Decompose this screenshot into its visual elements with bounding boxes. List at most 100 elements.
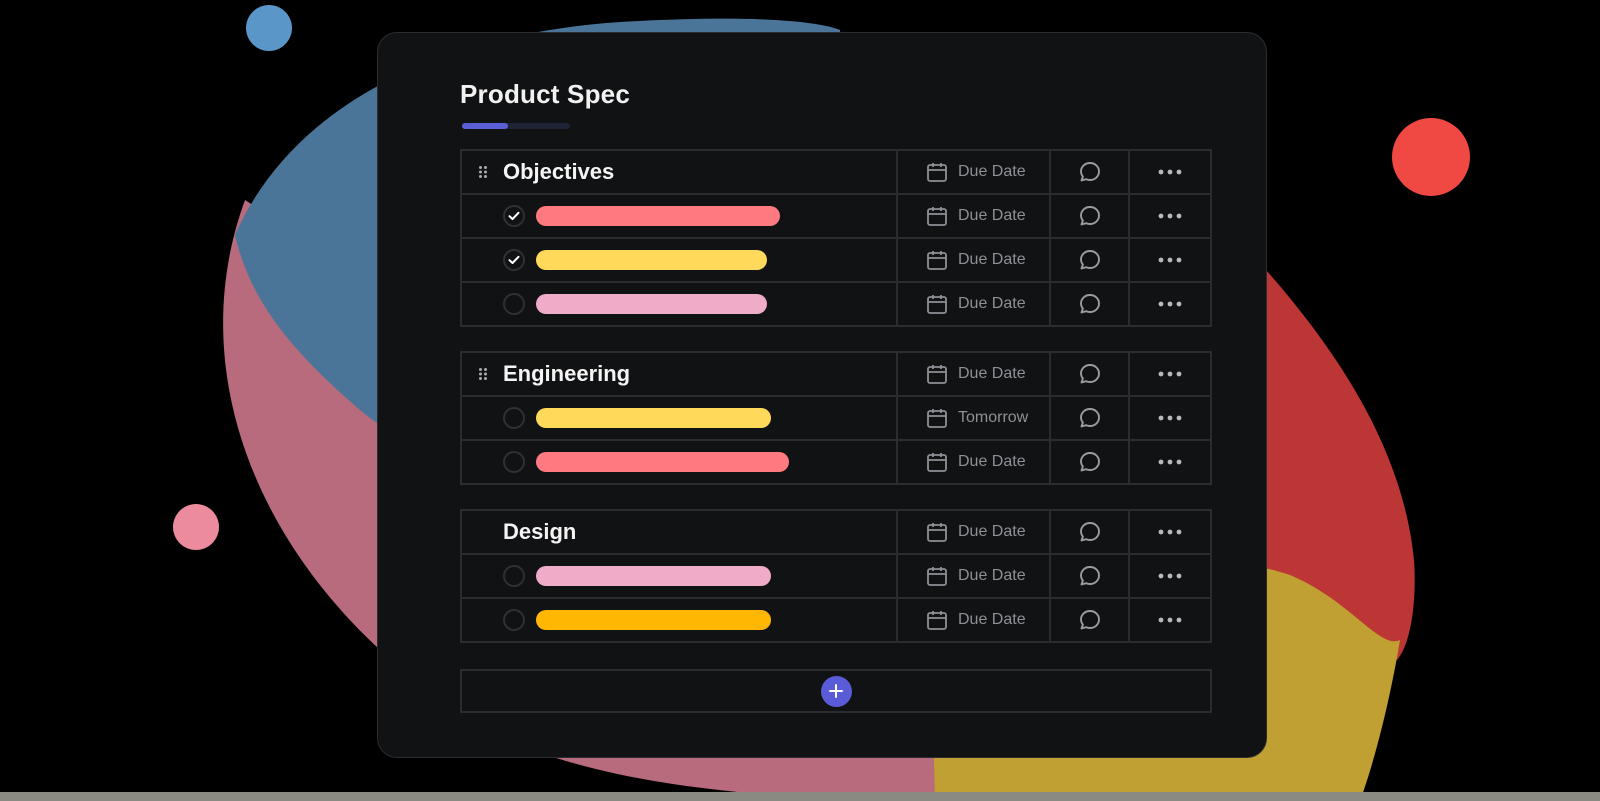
due-date-cell[interactable]: Due Date bbox=[898, 195, 1051, 237]
add-button[interactable] bbox=[820, 675, 852, 707]
calendar-icon bbox=[927, 251, 947, 270]
comment-button[interactable] bbox=[1051, 441, 1130, 483]
comment-icon bbox=[1079, 364, 1100, 384]
more-options-button[interactable] bbox=[1130, 397, 1210, 439]
more-icon bbox=[1158, 415, 1182, 421]
due-date-cell[interactable]: Due Date bbox=[898, 599, 1051, 641]
task-row: Due Date bbox=[462, 597, 1210, 641]
group-title: Objectives bbox=[503, 159, 615, 184]
checkmark-icon bbox=[508, 211, 520, 220]
task-cell bbox=[462, 599, 898, 641]
add-row bbox=[460, 669, 1212, 713]
task-group-objectives: Objectives Due Date Due Date Due Date Due Da… bbox=[460, 149, 1212, 327]
drag-handle-icon bbox=[479, 166, 487, 178]
task-checkbox[interactable] bbox=[503, 609, 525, 631]
more-icon bbox=[1158, 529, 1182, 535]
pink-dot bbox=[173, 504, 219, 550]
comment-icon bbox=[1079, 206, 1100, 226]
more-options-button[interactable] bbox=[1130, 555, 1210, 597]
comment-icon bbox=[1079, 294, 1100, 314]
task-placeholder-bar[interactable] bbox=[536, 566, 771, 586]
task-row: Due Date bbox=[462, 553, 1210, 597]
red-dot bbox=[1392, 118, 1470, 196]
due-date-cell[interactable]: Due Date bbox=[898, 151, 1051, 193]
calendar-icon bbox=[927, 295, 947, 314]
task-checkbox-checked[interactable] bbox=[503, 249, 525, 271]
task-placeholder-bar[interactable] bbox=[536, 250, 767, 270]
due-date-label: Due Date bbox=[958, 163, 1026, 180]
task-checkbox-checked[interactable] bbox=[503, 205, 525, 227]
group-title: Design bbox=[503, 519, 577, 544]
due-date-cell[interactable]: Due Date bbox=[898, 283, 1051, 325]
task-cell bbox=[462, 283, 898, 325]
more-options-button[interactable] bbox=[1130, 441, 1210, 483]
page-title: Product Spec bbox=[460, 79, 630, 109]
due-date-label: Due Date bbox=[958, 295, 1026, 312]
comment-button[interactable] bbox=[1051, 151, 1130, 193]
comment-button[interactable] bbox=[1051, 397, 1130, 439]
comment-button[interactable] bbox=[1051, 195, 1130, 237]
comment-icon bbox=[1079, 522, 1100, 542]
due-date-cell[interactable]: Due Date bbox=[898, 239, 1051, 281]
more-options-button[interactable] bbox=[1130, 239, 1210, 281]
task-cell bbox=[462, 239, 898, 281]
task-row: Due Date bbox=[462, 237, 1210, 281]
checkmark-icon bbox=[508, 255, 520, 264]
comment-button[interactable] bbox=[1051, 239, 1130, 281]
group-title-cell: Engineering bbox=[462, 353, 898, 395]
more-options-button[interactable] bbox=[1130, 195, 1210, 237]
comment-icon bbox=[1079, 408, 1100, 428]
due-date-label: Tomorrow bbox=[958, 409, 1029, 426]
comment-button[interactable] bbox=[1051, 599, 1130, 641]
task-placeholder-bar[interactable] bbox=[536, 408, 771, 428]
more-icon bbox=[1158, 371, 1182, 377]
group-header-row: Engineering Due Date bbox=[462, 353, 1210, 395]
due-date-label: Due Date bbox=[958, 611, 1026, 628]
comment-button[interactable] bbox=[1051, 555, 1130, 597]
due-date-label: Due Date bbox=[958, 207, 1026, 224]
task-cell bbox=[462, 195, 898, 237]
due-date-label: Due Date bbox=[958, 365, 1026, 382]
calendar-icon bbox=[927, 365, 947, 384]
group-header-row: Objectives Due Date bbox=[462, 151, 1210, 193]
due-date-cell[interactable]: Due Date bbox=[898, 353, 1051, 395]
task-row: Due Date bbox=[462, 439, 1210, 483]
drag-handle[interactable] bbox=[478, 165, 488, 184]
group-title-cell: Objectives bbox=[462, 151, 898, 193]
comment-button[interactable] bbox=[1051, 283, 1130, 325]
group-title: Engineering bbox=[503, 361, 631, 386]
document-card: Product Spec Objectives Due Date Due Date D… bbox=[377, 32, 1267, 758]
due-date-cell[interactable]: Due Date bbox=[898, 555, 1051, 597]
due-date-label: Due Date bbox=[958, 523, 1026, 540]
group-header-row: Design Due Date bbox=[462, 511, 1210, 553]
more-options-button[interactable] bbox=[1130, 599, 1210, 641]
due-date-cell[interactable]: Tomorrow bbox=[898, 397, 1051, 439]
more-options-button[interactable] bbox=[1130, 283, 1210, 325]
due-date-cell[interactable]: Due Date bbox=[898, 441, 1051, 483]
task-placeholder-bar[interactable] bbox=[536, 610, 771, 630]
plus-icon bbox=[829, 684, 843, 698]
task-checkbox[interactable] bbox=[503, 407, 525, 429]
drag-handle-icon bbox=[479, 368, 487, 380]
progress-bar bbox=[462, 123, 570, 129]
calendar-icon bbox=[927, 611, 947, 630]
progress-fill bbox=[462, 123, 509, 129]
more-options-button[interactable] bbox=[1130, 353, 1210, 395]
more-options-button[interactable] bbox=[1130, 511, 1210, 553]
comment-icon bbox=[1079, 566, 1100, 586]
task-group-design: Design Due Date Due Date Due Date bbox=[460, 509, 1212, 643]
due-date-cell[interactable]: Due Date bbox=[898, 511, 1051, 553]
task-placeholder-bar[interactable] bbox=[536, 206, 780, 226]
comment-icon bbox=[1079, 250, 1100, 270]
task-checkbox[interactable] bbox=[503, 451, 525, 473]
comment-button[interactable] bbox=[1051, 353, 1130, 395]
task-group-engineering: Engineering Due Date Tomorrow Due Date bbox=[460, 351, 1212, 485]
task-checkbox[interactable] bbox=[503, 293, 525, 315]
more-options-button[interactable] bbox=[1130, 151, 1210, 193]
drag-handle[interactable] bbox=[478, 367, 488, 386]
comment-button[interactable] bbox=[1051, 511, 1130, 553]
task-checkbox[interactable] bbox=[503, 565, 525, 587]
more-icon bbox=[1158, 617, 1182, 623]
task-placeholder-bar[interactable] bbox=[536, 294, 767, 314]
task-placeholder-bar[interactable] bbox=[536, 452, 789, 472]
